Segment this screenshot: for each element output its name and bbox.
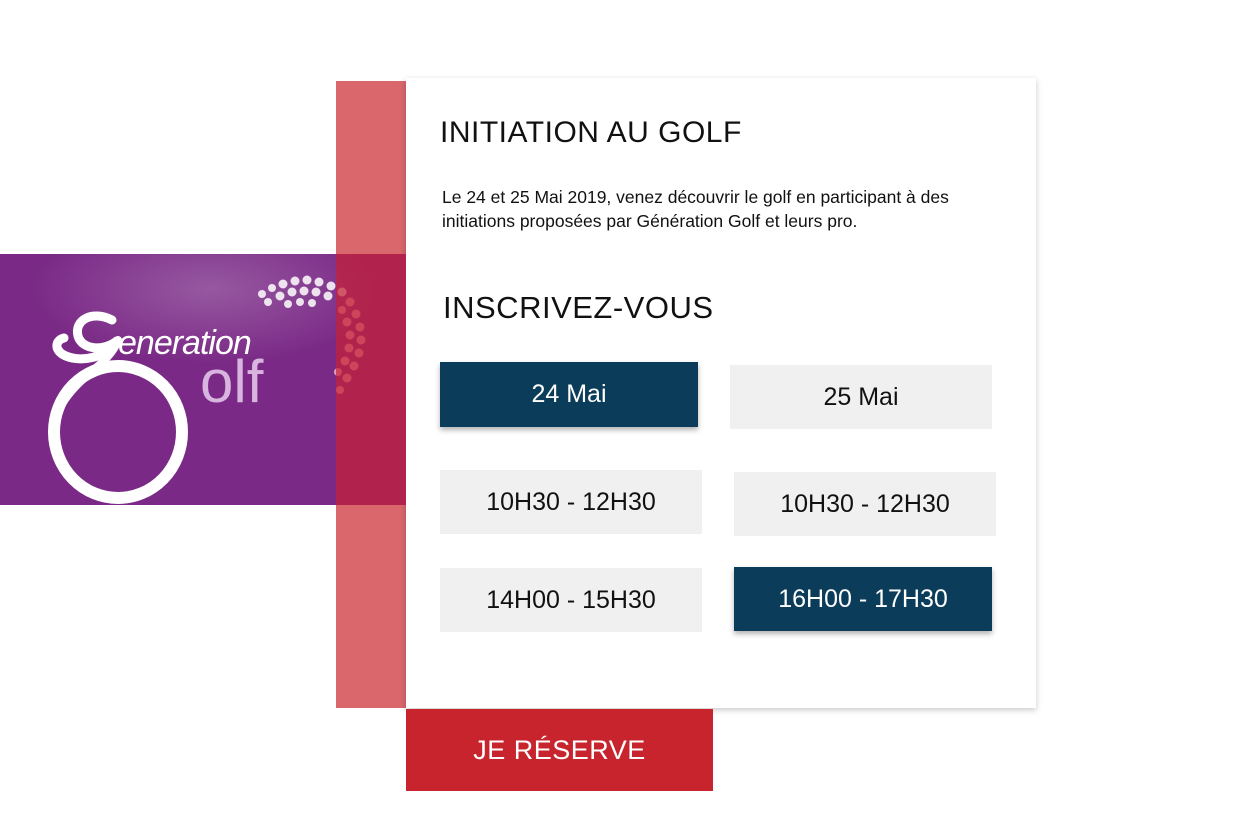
slot-button-24-14h00[interactable]: 14H00 - 15H30 bbox=[440, 568, 702, 632]
logo-red-overlay bbox=[336, 254, 406, 505]
section-title: INSCRIVEZ-VOUS bbox=[443, 290, 714, 325]
event-description: Le 24 et 25 Mai 2019, venez découvrir le… bbox=[442, 187, 949, 231]
page-title: INITIATION AU GOLF bbox=[440, 116, 742, 149]
logo-text-bottom: olf bbox=[200, 348, 264, 415]
slot-button-24-10h30[interactable]: 10H30 - 12H30 bbox=[440, 470, 702, 534]
slot-button-25-16h00[interactable]: 16H00 - 17H30 bbox=[734, 567, 992, 631]
day-button-24-mai[interactable]: 24 Mai bbox=[440, 362, 698, 427]
slot-button-25-10h30[interactable]: 10H30 - 12H30 bbox=[734, 472, 996, 536]
generation-golf-logo: eneration olf bbox=[0, 254, 406, 505]
day-button-25-mai[interactable]: 25 Mai bbox=[730, 365, 992, 429]
golf-ball-icon bbox=[258, 275, 347, 308]
reserve-button[interactable]: JE RÉSERVE bbox=[406, 709, 713, 791]
